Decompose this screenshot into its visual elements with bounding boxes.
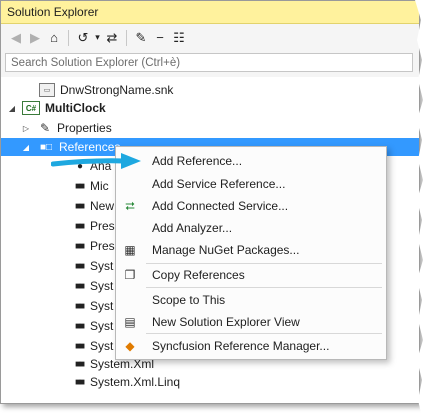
- toolbar-separator: [68, 29, 69, 46]
- menu-item-label: Manage NuGet Packages...: [152, 243, 300, 257]
- toolbar-separator: [126, 29, 127, 46]
- wrench-icon: ✎: [39, 121, 51, 135]
- menu-item-label: Syncfusion Reference Manager...: [152, 339, 330, 353]
- menu-item-label: Add Analyzer...: [152, 221, 233, 235]
- tree-item-label: Pres: [90, 219, 115, 233]
- connected-service-icon: ⮂: [125, 198, 135, 213]
- reference-icon: ■■: [74, 220, 85, 232]
- reference-icon: ■■: [74, 200, 85, 212]
- torn-edge: [415, 0, 429, 413]
- new-view-icon: ▤: [124, 315, 136, 329]
- reference-icon: ■■: [74, 260, 85, 272]
- tree-item-label: New: [90, 199, 115, 213]
- expander-icon[interactable]: ▷: [21, 124, 31, 133]
- menu-separator: [146, 263, 382, 264]
- menu-separator: [146, 333, 382, 334]
- menu-item-label: Add Connected Service...: [152, 199, 289, 213]
- reference-icon: ■■: [74, 300, 85, 312]
- search-placeholder: Search Solution Explorer (Ctrl+è): [11, 56, 181, 69]
- menu-item-new-solution-explorer-view[interactable]: ▤ New Solution Explorer View: [116, 312, 386, 332]
- back-icon[interactable]: ◀: [7, 28, 25, 48]
- tree-item-label: Syst: [90, 259, 114, 273]
- toolbar: ◀ ▶ ⌂ ↺ ▾ ⇄ ✎ − ☷: [1, 24, 419, 51]
- menu-item-add-service-reference[interactable]: Add Service Reference...: [116, 174, 386, 194]
- home-icon[interactable]: ⌂: [45, 28, 63, 48]
- tree-item-reference[interactable]: ■■ System.Xml.Linq: [1, 373, 419, 391]
- menu-item-label: Add Service Reference...: [152, 177, 286, 191]
- tree-item-label: System.Xml.Linq: [90, 375, 181, 389]
- reference-icon: ■■: [74, 180, 85, 192]
- search-input[interactable]: Search Solution Explorer (Ctrl+è): [5, 53, 413, 72]
- tree-item-label: Syst: [90, 339, 114, 353]
- menu-item-label: Copy References: [152, 268, 245, 282]
- tree-item-label: Properties: [57, 121, 112, 135]
- menu-item-manage-nuget[interactable]: ▦ Manage NuGet Packages...: [116, 240, 386, 260]
- reference-icon: ■■: [74, 376, 85, 388]
- reference-icon: ■■: [74, 358, 85, 370]
- tree-item-label: Syst: [90, 319, 114, 333]
- menu-item-label: New Solution Explorer View: [152, 315, 300, 329]
- menu-item-add-reference[interactable]: Add Reference...: [116, 151, 386, 171]
- tree-item-properties[interactable]: ▷ ✎ Properties: [1, 119, 419, 137]
- tree-item-project[interactable]: ◢ C# MultiClock: [1, 99, 419, 117]
- sync-icon[interactable]: ⇄: [103, 28, 121, 48]
- wrench-icon[interactable]: ✎: [132, 28, 150, 48]
- title-bar: Solution Explorer: [1, 1, 419, 24]
- pointer-arrow-icon: [51, 153, 141, 169]
- tree-item-label: Pres: [90, 239, 115, 253]
- tree-item-label: DnwStrongName.snk: [60, 83, 174, 97]
- reference-icon: ■■: [74, 280, 85, 292]
- reference-icon: ■■: [74, 340, 85, 352]
- tree-item-snk[interactable]: ▭ DnwStrongName.snk: [1, 81, 419, 99]
- menu-item-label: Scope to This: [152, 293, 226, 307]
- tree-item-label: Syst: [90, 299, 114, 313]
- dropdown-icon[interactable]: ▾: [93, 28, 102, 48]
- solution-tree-icon[interactable]: ☷: [170, 28, 188, 48]
- menu-item-syncfusion-reference-manager[interactable]: ◆ Syncfusion Reference Manager...: [116, 336, 386, 356]
- tree-item-label: MultiClock: [45, 101, 106, 115]
- menu-item-add-connected-service[interactable]: ⮂ Add Connected Service...: [116, 196, 386, 216]
- reference-icon: ■■: [74, 240, 85, 252]
- menu-item-add-analyzer[interactable]: Add Analyzer...: [116, 218, 386, 238]
- forward-icon[interactable]: ▶: [26, 28, 44, 48]
- solution-explorer-window: Solution Explorer ◀ ▶ ⌂ ↺ ▾ ⇄ ✎ − ☷ Sear…: [0, 0, 420, 404]
- collapse-icon[interactable]: −: [151, 28, 169, 48]
- copy-icon: ❐: [124, 268, 136, 282]
- nuget-icon: ▦: [124, 243, 136, 257]
- tree-item-label: Mic: [90, 179, 109, 193]
- tree-item-label: Syst: [90, 279, 114, 293]
- syncfusion-icon: ◆: [125, 339, 135, 353]
- menu-item-scope-to-this[interactable]: Scope to This: [116, 290, 386, 310]
- menu-item-label: Add Reference...: [152, 154, 243, 168]
- window-title: Solution Explorer: [7, 5, 99, 19]
- reference-icon: ■■: [74, 320, 85, 332]
- history-icon[interactable]: ↺: [74, 28, 92, 48]
- snk-file-icon: ▭: [39, 83, 55, 97]
- csharp-project-icon: C#: [22, 101, 40, 115]
- expander-icon[interactable]: ◢: [21, 143, 31, 152]
- menu-item-copy-references[interactable]: ❐ Copy References: [116, 265, 386, 285]
- menu-separator: [146, 287, 382, 288]
- context-menu: Add Reference... Add Service Reference..…: [115, 146, 387, 360]
- expander-icon[interactable]: ◢: [7, 104, 17, 113]
